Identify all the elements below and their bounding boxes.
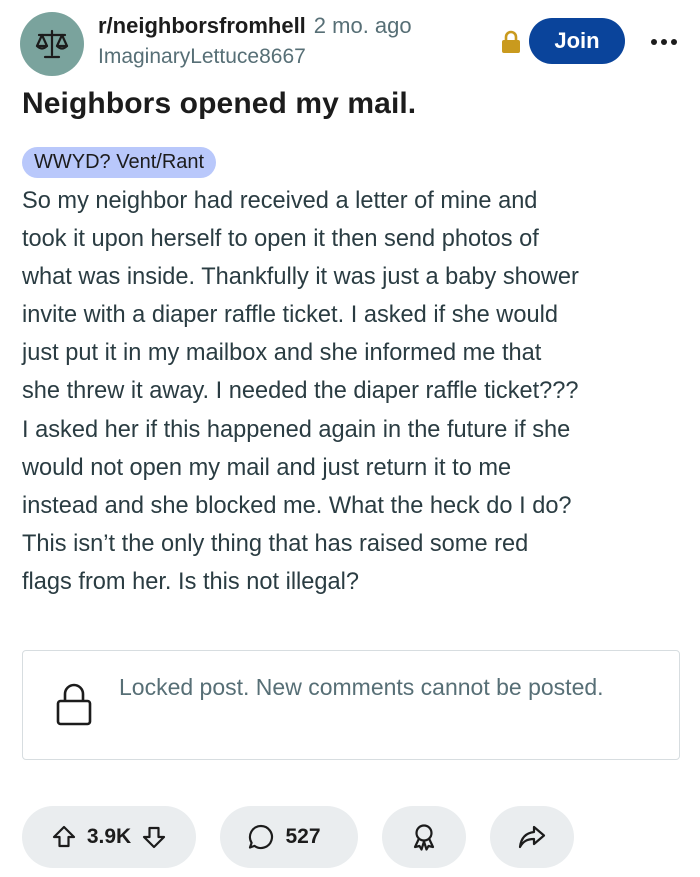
share-button[interactable]: [490, 806, 574, 868]
vote-count: 3.9K: [86, 825, 132, 848]
post-title: Neighbors opened my mail.: [22, 87, 417, 120]
comment-count: 527: [285, 825, 321, 848]
body-line: I asked her if this happened again in th…: [22, 416, 571, 443]
lock-icon: [502, 30, 520, 53]
body-line: she threw it away. I needed the diaper r…: [22, 378, 579, 405]
lock-outline-icon: [56, 683, 92, 726]
award-button[interactable]: [382, 806, 466, 868]
subreddit-avatar[interactable]: [20, 12, 84, 76]
join-button[interactable]: Join: [529, 18, 625, 64]
body-line: invite with a diaper raffle ticket. I as…: [22, 302, 558, 329]
locked-post-notice: Locked post. New comments cannot be post…: [22, 650, 680, 760]
body-line: what was inside. Thankfully it was just …: [22, 264, 579, 291]
body-line: took it upon herself to open it then sen…: [22, 226, 539, 253]
body-line: This isn’t the only thing that has raise…: [22, 530, 529, 557]
body-line: would not open my mail and just return i…: [22, 454, 512, 481]
scales-icon: [35, 29, 69, 59]
post-flair[interactable]: WWYD? Vent/Rant: [22, 147, 217, 178]
post-header: r/neighborsfromhell 2 mo. ago ImaginaryLe…: [0, 0, 700, 80]
post-body: So my neighbor had received a letter of …: [22, 182, 690, 601]
comments-button[interactable]: 527: [220, 806, 358, 868]
body-line: just put it in my mailbox and she inform…: [22, 340, 542, 367]
comment-bubble-icon: [247, 823, 275, 851]
subreddit-line: r/neighborsfromhell 2 mo. ago: [98, 12, 412, 40]
subreddit-name[interactable]: r/neighborsfromhell: [98, 13, 306, 38]
vote-control: 3.9K: [22, 806, 196, 868]
share-arrow-icon: [517, 822, 547, 852]
more-options-icon[interactable]: [644, 30, 684, 54]
upvote-arrow-icon[interactable]: [51, 824, 77, 850]
award-icon: [409, 822, 439, 852]
author-name[interactable]: ImaginaryLettuce8667: [98, 44, 306, 70]
downvote-arrow-icon[interactable]: [141, 824, 167, 850]
post-time: 2 mo. ago: [313, 13, 412, 38]
body-line: So my neighbor had received a letter of …: [22, 188, 538, 214]
action-bar: 3.9K 527: [0, 806, 700, 868]
body-line: flags from her. Is this not illegal?: [22, 568, 360, 595]
locked-message: Locked post. New comments cannot be post…: [119, 674, 604, 700]
body-line: instead and she blocked me. What the hec…: [22, 492, 572, 519]
